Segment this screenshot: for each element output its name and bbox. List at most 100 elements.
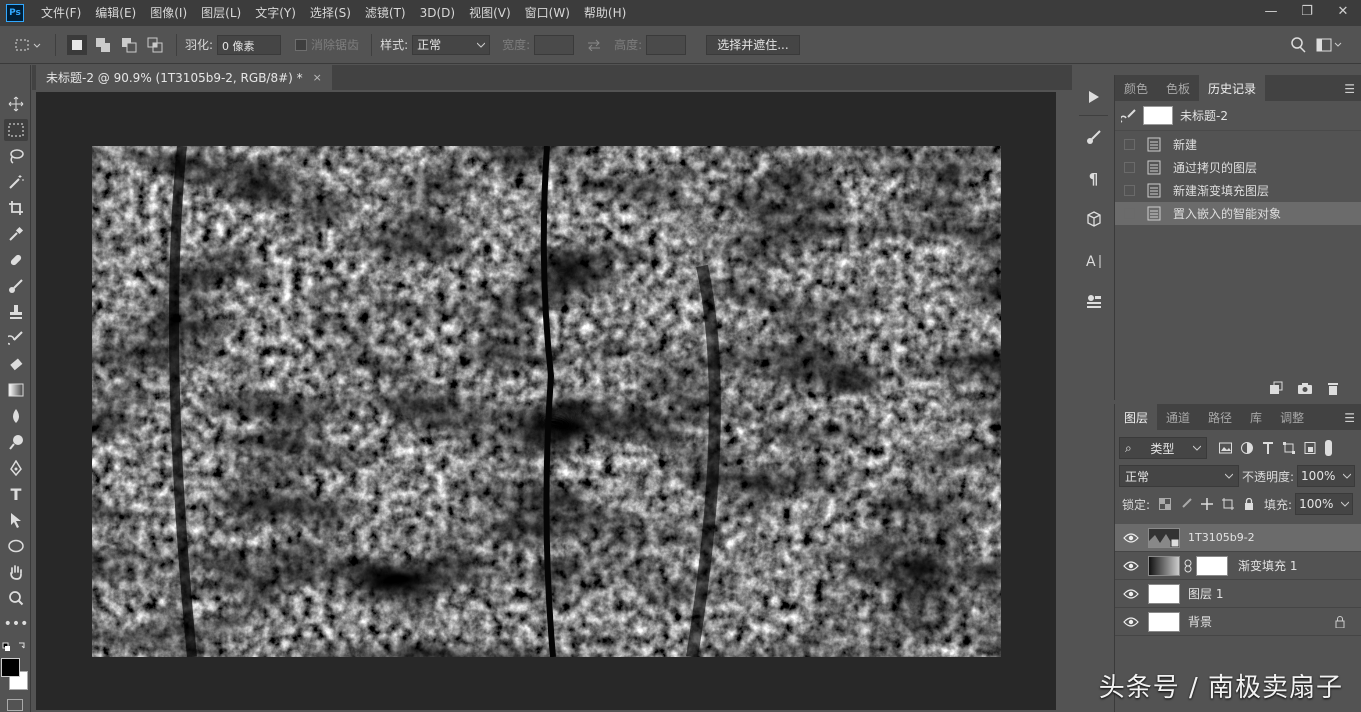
history-brush-icon[interactable] xyxy=(4,327,28,349)
path-selection-icon[interactable] xyxy=(4,509,28,531)
width-input[interactable] xyxy=(534,34,575,55)
history-snapshot[interactable]: 未标题-2 xyxy=(1115,101,1361,131)
antialias-checkbox[interactable] xyxy=(295,38,308,51)
lock-transparent-icon[interactable] xyxy=(1159,498,1172,510)
eye-icon[interactable] xyxy=(1123,532,1139,543)
blend-mode-select[interactable]: 正常 xyxy=(1119,465,1239,487)
quick-mask-icon[interactable] xyxy=(7,699,23,711)
eye-icon[interactable] xyxy=(1123,616,1139,627)
link-chain-icon[interactable] xyxy=(1184,559,1192,573)
tab-swatches[interactable]: 色板 xyxy=(1157,75,1199,101)
layer-row-gradient-fill[interactable]: 渐变填充 1 xyxy=(1115,552,1361,580)
brush-settings-icon[interactable] xyxy=(1079,123,1108,151)
history-item[interactable]: 新建 xyxy=(1115,133,1361,156)
hand-icon[interactable] xyxy=(4,561,28,583)
layer-row-background[interactable]: 背景 xyxy=(1115,608,1361,636)
menu-select[interactable]: 选择(S) xyxy=(303,0,358,26)
history-item-selected[interactable]: 置入嵌入的智能对象 xyxy=(1115,202,1361,225)
restore-button[interactable]: ❐ xyxy=(1289,0,1325,22)
character-icon[interactable]: A xyxy=(1079,247,1108,275)
play-action-icon[interactable] xyxy=(1079,83,1108,111)
lock-all-icon[interactable] xyxy=(1243,498,1255,510)
style-select[interactable]: 正常 xyxy=(412,34,491,55)
tab-color[interactable]: 颜色 xyxy=(1115,75,1157,101)
tab-layers[interactable]: 图层 xyxy=(1115,404,1158,430)
menu-filter[interactable]: 滤镜(T) xyxy=(358,0,413,26)
eye-icon[interactable] xyxy=(1123,560,1139,571)
panel-menu-icon[interactable]: ☰ xyxy=(1344,411,1355,425)
eye-icon[interactable] xyxy=(1123,588,1139,599)
menu-image[interactable]: 图像(I) xyxy=(143,0,194,26)
close-button[interactable]: ✕ xyxy=(1325,0,1361,22)
history-checkbox[interactable] xyxy=(1124,139,1135,150)
dodge-icon[interactable] xyxy=(4,431,28,453)
eyedropper-icon[interactable] xyxy=(4,223,28,245)
move-tool-icon[interactable] xyxy=(4,93,28,115)
history-checkbox[interactable] xyxy=(1124,162,1135,173)
tab-channels[interactable]: 通道 xyxy=(1157,404,1199,430)
feather-input[interactable]: 0 像素 xyxy=(217,34,282,55)
new-document-from-state-icon[interactable] xyxy=(1269,381,1283,395)
filter-smart-object-icon[interactable] xyxy=(1304,442,1316,454)
brush-icon[interactable] xyxy=(4,275,28,297)
eraser-icon[interactable] xyxy=(4,353,28,375)
canvas-workspace[interactable] xyxy=(36,92,1056,710)
properties-icon[interactable] xyxy=(1079,287,1108,315)
tab-libraries[interactable]: 库 xyxy=(1241,404,1271,430)
layer-row-layer-1[interactable]: 图层 1 xyxy=(1115,580,1361,608)
menu-layer[interactable]: 图层(L) xyxy=(194,0,248,26)
height-input[interactable] xyxy=(646,34,687,55)
trash-icon[interactable] xyxy=(1327,381,1339,395)
menu-3d[interactable]: 3D(D) xyxy=(413,0,462,26)
rectangular-marquee-icon[interactable] xyxy=(4,119,28,141)
workspace-icon[interactable] xyxy=(1316,35,1344,55)
menu-type[interactable]: 文字(Y) xyxy=(248,0,303,26)
history-item[interactable]: 通过拷贝的图层 xyxy=(1115,156,1361,179)
lock-artboard-icon[interactable] xyxy=(1222,498,1235,510)
swap-colors-icon[interactable] xyxy=(2,641,28,653)
ellipse-tool-icon[interactable] xyxy=(4,535,28,557)
intersect-selection-icon[interactable] xyxy=(145,35,165,55)
new-selection-icon[interactable] xyxy=(67,34,87,55)
search-icon[interactable] xyxy=(1288,35,1308,55)
pen-icon[interactable] xyxy=(4,457,28,479)
3d-cube-icon[interactable] xyxy=(1079,205,1108,233)
tab-paths[interactable]: 路径 xyxy=(1199,404,1241,430)
image-canvas[interactable] xyxy=(92,146,1001,657)
filter-shape-icon[interactable] xyxy=(1283,442,1295,454)
opacity-input[interactable]: 100% xyxy=(1297,465,1356,487)
filter-type-icon[interactable] xyxy=(1262,442,1274,454)
healing-brush-icon[interactable] xyxy=(4,249,28,271)
minimize-button[interactable]: — xyxy=(1253,0,1289,22)
camera-icon[interactable] xyxy=(1297,381,1313,395)
menu-window[interactable]: 窗口(W) xyxy=(518,0,577,26)
fill-input[interactable]: 100% xyxy=(1295,493,1354,515)
document-tab[interactable]: 未标题-2 @ 90.9% (1T3105b9-2, RGB/8#) * × xyxy=(36,65,332,90)
paragraph-icon[interactable]: ¶ xyxy=(1079,165,1108,193)
history-checkbox[interactable] xyxy=(1124,185,1135,196)
blur-icon[interactable] xyxy=(4,405,28,427)
add-selection-icon[interactable] xyxy=(93,35,113,55)
panel-menu-icon[interactable]: ☰ xyxy=(1344,82,1355,96)
history-item[interactable]: 新建渐变填充图层 xyxy=(1115,179,1361,202)
filter-adjustment-icon[interactable] xyxy=(1241,442,1253,454)
crop-icon[interactable] xyxy=(4,197,28,219)
layer-row-smart-object[interactable]: 1T3105b9-2 xyxy=(1115,524,1361,552)
history-checkbox[interactable] xyxy=(1124,208,1135,219)
subtract-selection-icon[interactable] xyxy=(119,35,139,55)
foreground-color-swatch[interactable] xyxy=(1,658,20,677)
marquee-preset-icon[interactable] xyxy=(14,35,44,55)
swap-icon[interactable] xyxy=(584,35,604,55)
tab-adjustments[interactable]: 调整 xyxy=(1271,404,1313,430)
menu-view[interactable]: 视图(V) xyxy=(462,0,518,26)
magic-wand-icon[interactable] xyxy=(4,171,28,193)
gradient-icon[interactable] xyxy=(4,379,28,401)
filter-toggle[interactable] xyxy=(1325,440,1332,456)
lock-image-icon[interactable] xyxy=(1180,498,1192,510)
menu-help[interactable]: 帮助(H) xyxy=(577,0,633,26)
clone-stamp-icon[interactable] xyxy=(4,301,28,323)
lock-position-icon[interactable] xyxy=(1201,498,1214,510)
type-tool-icon[interactable]: T xyxy=(4,483,28,505)
more-tools-icon[interactable]: ••• xyxy=(4,613,29,635)
zoom-icon[interactable] xyxy=(4,587,28,609)
